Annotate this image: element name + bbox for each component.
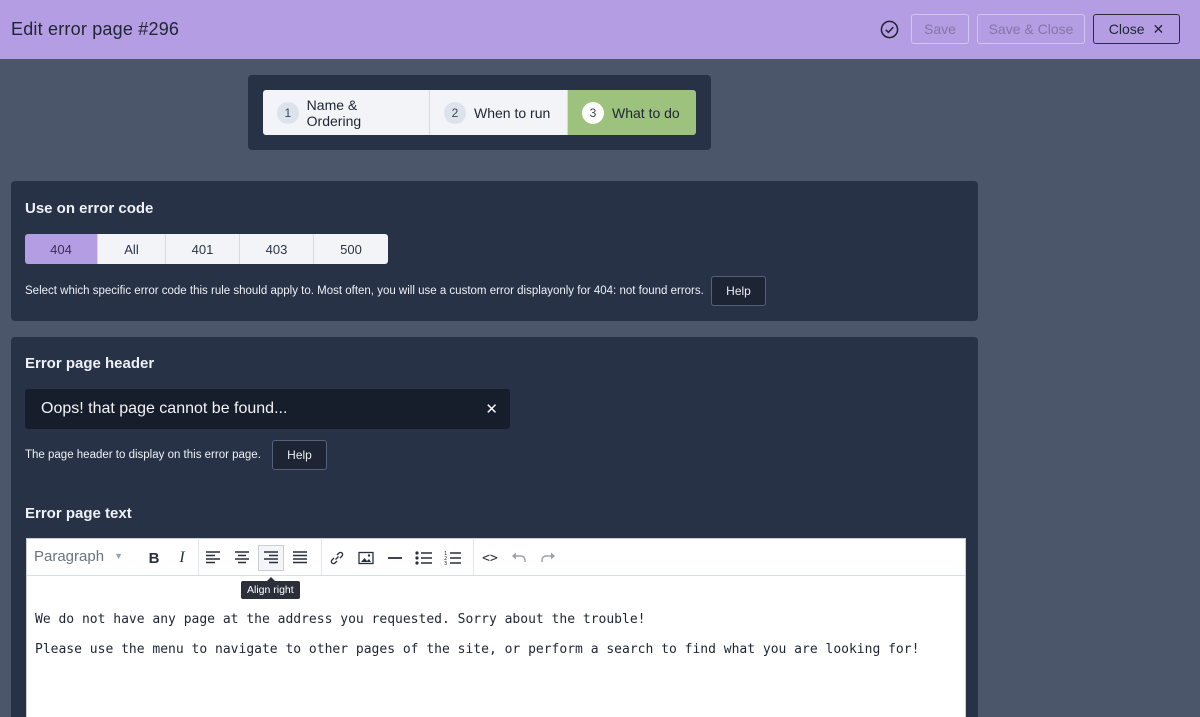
horizontal-line-icon[interactable] <box>382 545 408 571</box>
code-option-500[interactable]: 500 <box>314 234 388 264</box>
wizard-steps: 1 Name & Ordering 2 When to run 3 What t… <box>248 75 711 150</box>
code-option-401[interactable]: 401 <box>166 234 240 264</box>
editor-content[interactable]: We do not have any page at the address y… <box>35 605 919 665</box>
error-code-help-button[interactable]: Help <box>711 276 766 306</box>
error-code-panel: Use on error code 404 All 401 403 500 Se… <box>11 181 978 321</box>
numbered-list-icon[interactable]: 123 <box>440 545 466 571</box>
error-code-description: Select which specific error code this ru… <box>25 285 704 297</box>
bold-icon[interactable]: B <box>141 545 167 571</box>
svg-text:3: 3 <box>444 561 447 566</box>
image-icon[interactable] <box>353 545 379 571</box>
error-code-selector: 404 All 401 403 500 <box>25 234 388 264</box>
step-label: When to run <box>474 104 551 121</box>
step-number: 3 <box>582 101 604 124</box>
step-what-to-do[interactable]: 3 What to do <box>568 90 696 135</box>
link-icon[interactable] <box>324 545 350 571</box>
undo-icon[interactable] <box>506 545 532 571</box>
error-header-heading: Error page header <box>25 355 155 372</box>
format-select-label: Paragraph <box>34 548 105 565</box>
save-close-button[interactable]: Save & Close <box>977 14 1085 44</box>
editor-paragraph: Please use the menu to navigate to other… <box>35 642 920 657</box>
top-bar: Edit error page #296 Save Save & Close C… <box>0 0 1200 59</box>
error-header-description: The page header to display on this error… <box>25 449 261 461</box>
check-circle-icon[interactable] <box>880 20 899 39</box>
italic-icon[interactable]: I <box>169 545 195 571</box>
step-label: What to do <box>612 104 680 121</box>
close-button[interactable]: Close ✕ <box>1093 14 1180 44</box>
code-view-icon[interactable]: <> <box>477 545 503 571</box>
rich-text-editor: Paragraph ▼ B I 1 2 3 <> Align right We … <box>26 538 966 717</box>
step-when-to-run[interactable]: 2 When to run <box>430 90 568 135</box>
step-number: 1 <box>277 101 299 124</box>
editor-toolbar: Paragraph ▼ B I 1 2 3 <> <box>27 539 965 576</box>
error-text-heading: Error page text <box>25 505 132 522</box>
align-right-tooltip: Align right <box>241 577 300 599</box>
code-option-all[interactable]: All <box>98 234 166 264</box>
error-code-heading: Use on error code <box>25 200 154 217</box>
redo-icon[interactable] <box>535 545 561 571</box>
close-button-label: Close <box>1108 21 1145 37</box>
clear-icon[interactable]: ✕ <box>485 400 498 418</box>
step-name-ordering[interactable]: 1 Name & Ordering <box>263 90 430 135</box>
error-header-input[interactable] <box>25 400 465 418</box>
error-page-panel: Error page header ✕ The page header to d… <box>11 337 978 717</box>
align-left-icon[interactable] <box>200 545 226 571</box>
align-justify-icon[interactable] <box>287 545 313 571</box>
step-number: 2 <box>444 101 466 124</box>
code-option-403[interactable]: 403 <box>240 234 314 264</box>
bullet-list-icon[interactable] <box>411 545 437 571</box>
align-center-icon[interactable] <box>229 545 255 571</box>
step-label: Name & Ordering <box>306 96 362 129</box>
code-option-404[interactable]: 404 <box>25 234 98 264</box>
editor-paragraph: We do not have any page at the address y… <box>35 612 646 627</box>
chevron-down-icon: ▼ <box>114 551 123 561</box>
save-button[interactable]: Save <box>911 14 969 44</box>
format-select[interactable]: Paragraph ▼ <box>34 548 123 565</box>
align-right-icon[interactable] <box>258 545 284 571</box>
error-header-field: ✕ <box>25 389 510 429</box>
close-icon: ✕ <box>1152 20 1165 37</box>
error-header-help-button[interactable]: Help <box>272 440 327 470</box>
page-title: Edit error page #296 <box>11 19 180 39</box>
